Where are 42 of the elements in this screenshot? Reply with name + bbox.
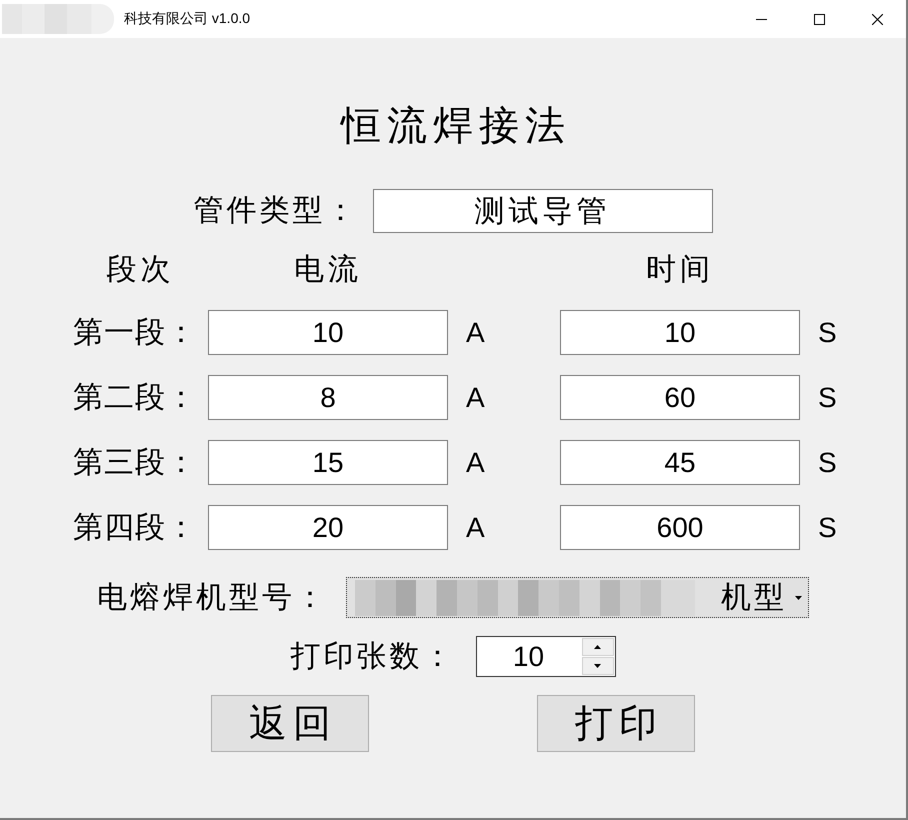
column-header: 电流 bbox=[294, 252, 362, 288]
maximize-icon[interactable] bbox=[814, 14, 824, 24]
back-button[interactable]: 返回 bbox=[211, 695, 369, 752]
spin-up-button[interactable] bbox=[582, 638, 614, 656]
time-unit: S bbox=[817, 380, 837, 414]
current-unit: A bbox=[465, 510, 485, 544]
stage-label: 第三段： bbox=[73, 444, 198, 480]
pipe-type-label: 管件类型： bbox=[194, 193, 358, 229]
print-count-label: 打印张数： bbox=[290, 638, 456, 674]
machine-model-dropdown[interactable]: 机型 bbox=[346, 577, 809, 618]
time-field[interactable]: 60 bbox=[560, 375, 800, 420]
current-field[interactable]: 8 bbox=[208, 375, 448, 420]
current-unit: A bbox=[465, 380, 485, 414]
time-field[interactable]: 45 bbox=[560, 440, 800, 485]
caret-down-icon bbox=[795, 596, 802, 600]
time-field[interactable]: 600 bbox=[560, 505, 800, 550]
print-button[interactable]: 打印 bbox=[537, 695, 695, 752]
stage-label: 第四段： bbox=[73, 510, 198, 546]
column-header: 时间 bbox=[646, 252, 714, 288]
machine-model-label: 电熔焊机型号： bbox=[97, 580, 328, 616]
stage-label: 第二段： bbox=[73, 380, 198, 416]
pipe-type-field[interactable]: 测试导管 bbox=[372, 189, 712, 233]
stage-label: 第一段： bbox=[73, 314, 198, 350]
current-unit: A bbox=[465, 446, 485, 480]
column-header: 段次 bbox=[106, 252, 174, 288]
current-field[interactable]: 15 bbox=[208, 440, 448, 485]
machine-model-value: 机型 bbox=[721, 580, 787, 616]
print-count-spinner[interactable]: 10 bbox=[476, 636, 616, 677]
page-heading: 恒流焊接法 bbox=[339, 102, 571, 150]
current-field[interactable]: 10 bbox=[208, 310, 448, 355]
window-title: 科技有限公司 v1.0.0 bbox=[124, 10, 250, 28]
caret-down-icon bbox=[594, 664, 601, 668]
time-unit: S bbox=[817, 510, 837, 544]
minimize-icon[interactable] bbox=[756, 18, 766, 20]
caret-up-icon bbox=[594, 645, 601, 649]
time-unit: S bbox=[817, 446, 837, 480]
close-icon[interactable] bbox=[872, 14, 882, 24]
current-field[interactable]: 20 bbox=[208, 505, 448, 550]
current-unit: A bbox=[465, 316, 485, 350]
time-field[interactable]: 10 bbox=[560, 310, 800, 355]
time-unit: S bbox=[817, 316, 837, 350]
spin-down-button[interactable] bbox=[582, 657, 614, 675]
